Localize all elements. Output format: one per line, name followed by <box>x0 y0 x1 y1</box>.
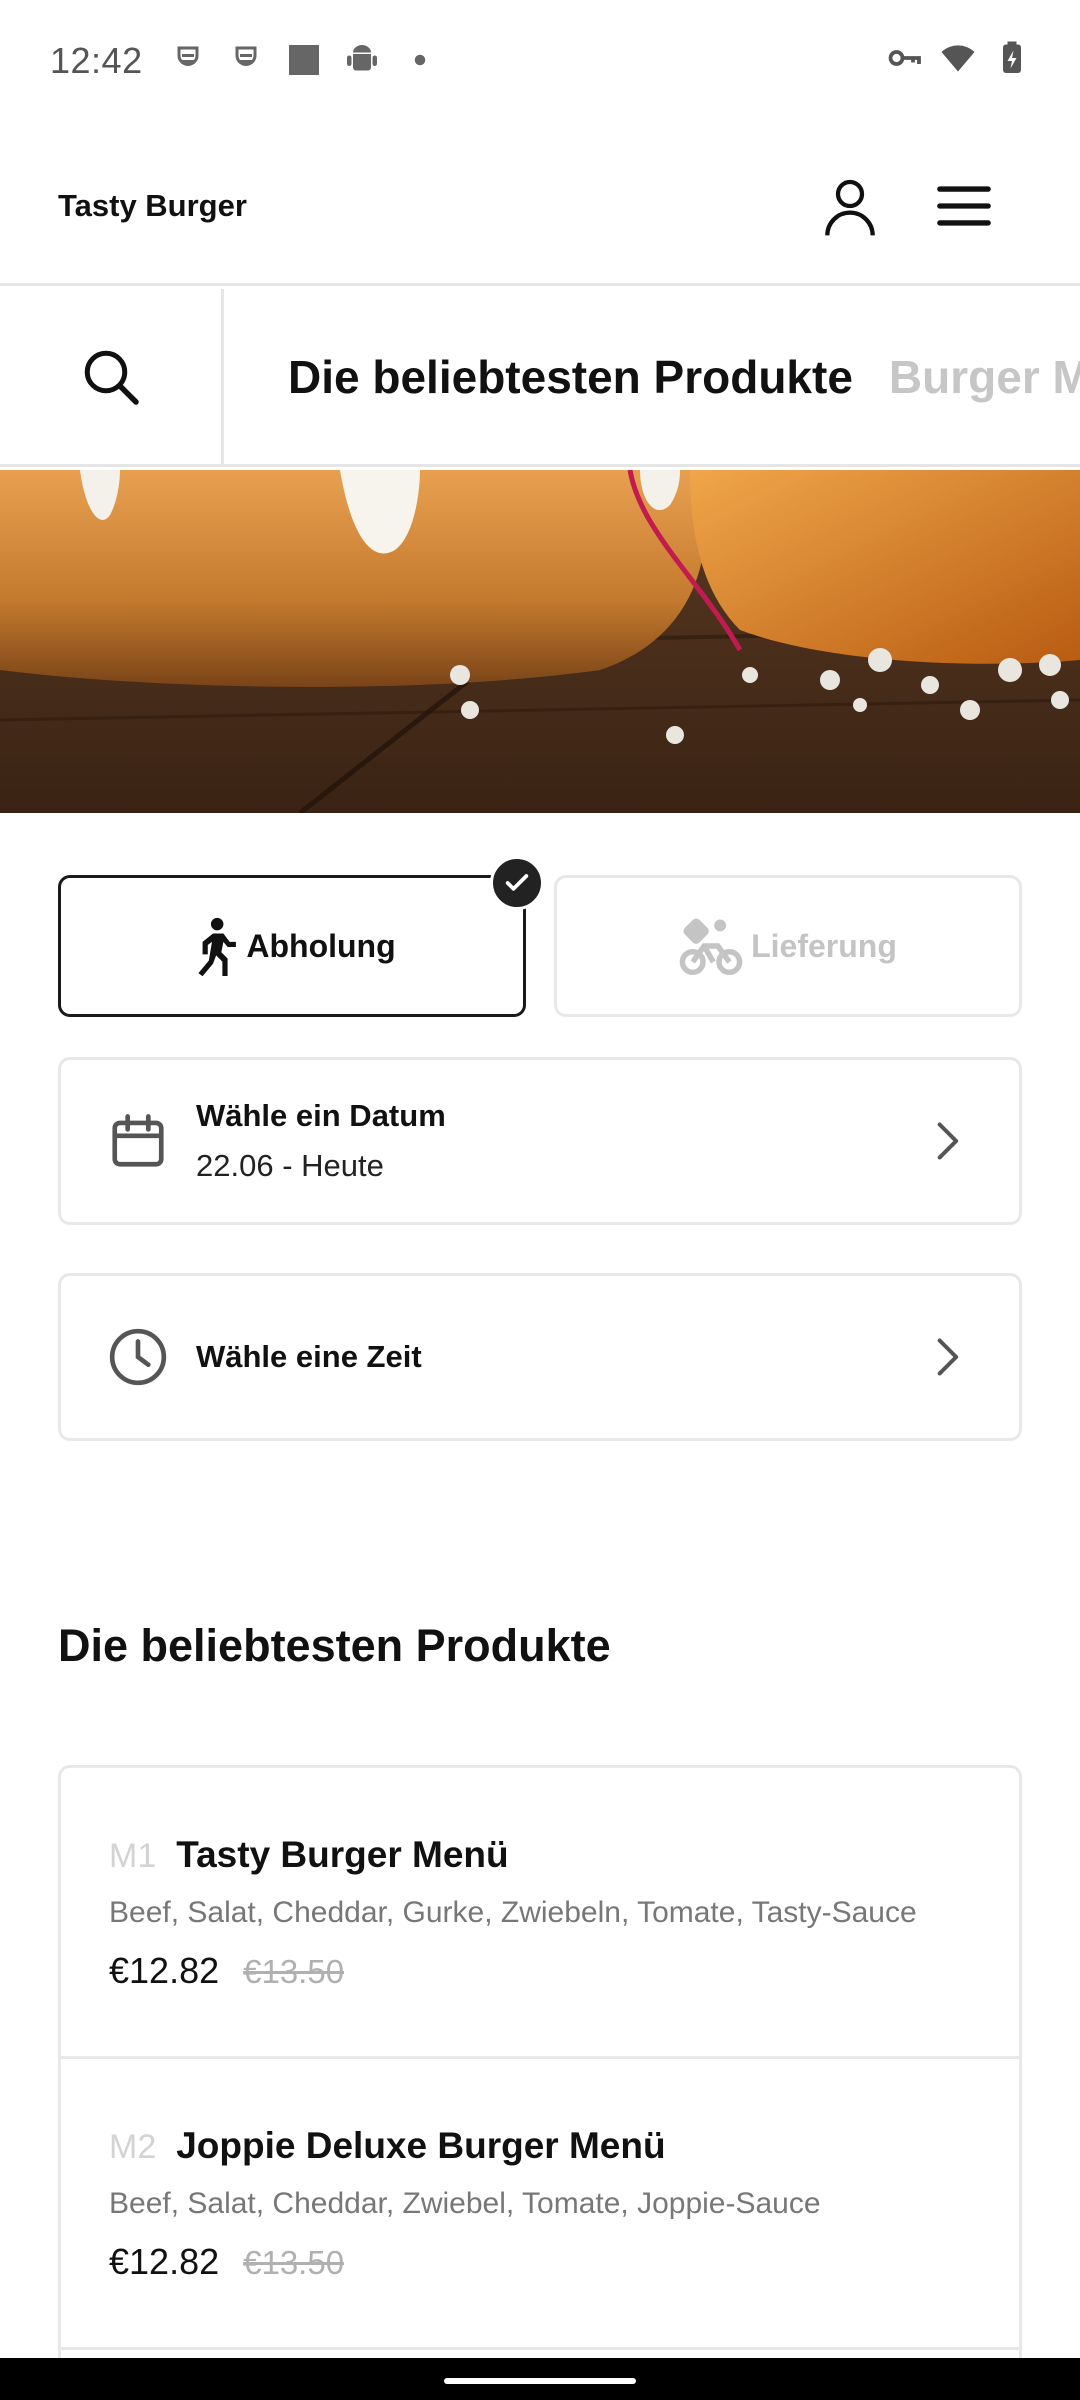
product-prices: €12.82 €13.50 <box>109 2241 344 2283</box>
square-app-icon <box>289 45 319 75</box>
notification-face-icon <box>177 46 199 66</box>
product-price: €12.82 <box>109 2241 220 2282</box>
menu-button[interactable] <box>924 166 1004 246</box>
product-old-price: €13.50 <box>243 1953 345 1990</box>
date-picker-text: Wähle ein Datum 22.06 - Heute <box>196 1098 446 1184</box>
wifi-icon <box>941 45 975 72</box>
date-picker-title: Wähle ein Datum <box>196 1098 446 1133</box>
account-button[interactable] <box>810 166 890 246</box>
tab-popular-products[interactable]: Die beliebtesten Produkte <box>288 350 853 404</box>
product-description: Beef, Salat, Cheddar, Gurke, Zwiebeln, T… <box>109 1896 917 1929</box>
product-list: M1 Tasty Burger Menü Beef, Salat, Chedda… <box>58 1765 1022 2365</box>
delivery-option[interactable]: Lieferung <box>554 875 1022 1017</box>
product-code: M1 <box>109 1837 157 1875</box>
vpn-key-icon <box>888 50 921 66</box>
app-header: Tasty Burger <box>0 124 1080 286</box>
product-card[interactable]: M1 Tasty Burger Menü Beef, Salat, Chedda… <box>61 1768 1019 2059</box>
status-system-icons <box>886 40 1030 76</box>
status-time: 12:42 <box>50 40 143 81</box>
category-nav: Die beliebtesten Produkte Burger Menüs <box>0 289 1080 467</box>
time-picker-title: Wähle eine Zeit <box>196 1339 422 1374</box>
hero-image <box>0 470 1080 813</box>
user-icon <box>825 179 875 236</box>
product-header: M2 Joppie Deluxe Burger Menü <box>109 2125 666 2167</box>
dot-icon <box>414 54 426 66</box>
pickup-label: Abholung <box>246 927 396 964</box>
product-prices: €12.82 €13.50 <box>109 1950 344 1992</box>
product-code: M2 <box>109 2128 157 2166</box>
android-icon <box>347 45 377 71</box>
hamburger-menu-icon <box>937 186 991 226</box>
chevron-right-icon <box>937 1338 959 1376</box>
product-old-price: €13.50 <box>243 2244 345 2281</box>
walking-person-icon <box>198 917 237 976</box>
selected-date: 22.06 - Heute <box>196 1148 384 1183</box>
product-description: Beef, Salat, Cheddar, Zwiebel, Tomate, J… <box>109 2187 821 2220</box>
product-price: €12.82 <box>109 1950 220 1991</box>
checkmark-icon <box>505 874 529 891</box>
bicycle-rider-icon <box>679 918 743 976</box>
category-tabs: Die beliebtesten Produkte Burger Menüs <box>288 289 1080 464</box>
delivery-label: Lieferung <box>751 927 897 964</box>
search-button[interactable] <box>0 289 224 464</box>
product-card[interactable]: M2 Joppie Deluxe Burger Menü Beef, Salat… <box>61 2059 1019 2350</box>
product-name: Tasty Burger Menü <box>176 1834 509 1875</box>
product-name: Joppie Deluxe Burger Menü <box>176 2125 666 2166</box>
search-icon <box>84 350 139 405</box>
home-gesture-handle[interactable] <box>444 2378 636 2384</box>
status-notification-icons <box>170 42 438 78</box>
notification-face-icon <box>235 46 257 66</box>
chevron-right-icon <box>937 1122 959 1160</box>
date-picker[interactable]: Wähle ein Datum 22.06 - Heute <box>58 1057 1022 1225</box>
calendar-icon <box>112 1114 164 1167</box>
selected-check-badge <box>490 856 544 910</box>
tab-burger-menus[interactable]: Burger Menüs <box>889 350 1080 404</box>
section-title: Die beliebtesten Produkte <box>58 1620 611 1671</box>
system-nav-bar <box>0 2358 1080 2400</box>
time-picker-text: Wähle eine Zeit <box>196 1339 422 1375</box>
time-picker[interactable]: Wähle eine Zeit <box>58 1273 1022 1441</box>
battery-charging-icon <box>1003 41 1021 73</box>
burger-photo <box>0 470 1080 813</box>
brand-name: Tasty Burger <box>58 188 247 223</box>
clock-icon <box>109 1328 167 1386</box>
pickup-option[interactable]: Abholung <box>58 875 526 1017</box>
product-header: M1 Tasty Burger Menü <box>109 1834 509 1876</box>
status-bar: 12:42 <box>0 0 1080 124</box>
